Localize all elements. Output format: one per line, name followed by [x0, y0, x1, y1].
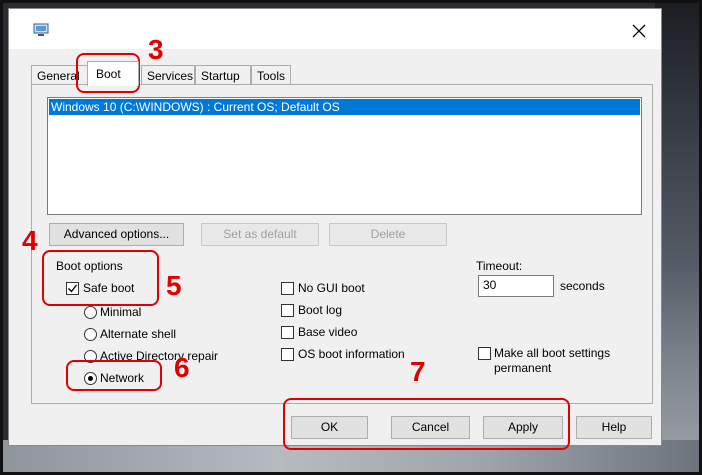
- no-gui-boot-checkbox[interactable]: [281, 282, 294, 295]
- ok-button[interactable]: OK: [291, 416, 368, 439]
- network-label: Network: [100, 371, 145, 385]
- title-bar: [9, 9, 661, 49]
- delete-button[interactable]: Delete: [329, 223, 447, 246]
- os-boot-information-checkbox[interactable]: [281, 348, 294, 361]
- boot-tab-panel: Windows 10 (C:\WINDOWS) : Current OS; De…: [31, 84, 653, 404]
- timeout-unit-label: seconds: [560, 279, 605, 293]
- boot-log-checkbox[interactable]: [281, 304, 294, 317]
- apply-button[interactable]: Apply: [483, 416, 563, 439]
- active-directory-repair-label: Active Directory repair: [100, 349, 219, 363]
- timeout-label: Timeout:: [476, 259, 523, 273]
- tab-tools[interactable]: Tools: [251, 65, 291, 85]
- os-boot-information-label: OS boot information: [298, 347, 405, 361]
- make-permanent-label-line2: permanent: [494, 361, 552, 375]
- advanced-options-button[interactable]: Advanced options...: [49, 223, 184, 246]
- timeout-input[interactable]: 30: [478, 275, 554, 297]
- help-button[interactable]: Help: [576, 416, 652, 439]
- os-list-item[interactable]: Windows 10 (C:\WINDOWS) : Current OS; De…: [49, 99, 640, 115]
- tab-general[interactable]: General: [31, 65, 89, 85]
- tab-startup[interactable]: Startup: [195, 65, 251, 85]
- system-config-icon: [33, 23, 49, 36]
- boot-options-group-label: Boot options: [56, 259, 123, 273]
- make-permanent-checkbox[interactable]: [478, 347, 491, 360]
- minimal-label: Minimal: [100, 305, 142, 319]
- safe-boot-label: Safe boot: [83, 281, 135, 295]
- tab-services[interactable]: Services: [141, 65, 195, 85]
- minimal-radio[interactable]: [84, 306, 97, 319]
- alternate-shell-radio[interactable]: [84, 328, 97, 341]
- annotation-number-3: 3: [148, 34, 164, 65]
- annotation-number-7: 7: [410, 356, 426, 387]
- tab-boot[interactable]: Boot: [87, 61, 139, 86]
- annotation-number-5: 5: [166, 270, 182, 301]
- set-as-default-button[interactable]: Set as default: [201, 223, 319, 246]
- base-video-checkbox[interactable]: [281, 326, 294, 339]
- checkmark-icon: [68, 284, 78, 293]
- safe-boot-checkbox[interactable]: [66, 282, 79, 295]
- close-icon[interactable]: [629, 21, 649, 41]
- no-gui-boot-label: No GUI boot: [298, 281, 365, 295]
- network-radio[interactable]: [84, 372, 97, 385]
- cancel-button[interactable]: Cancel: [391, 416, 470, 439]
- os-list[interactable]: Windows 10 (C:\WINDOWS) : Current OS; De…: [47, 97, 642, 215]
- system-configuration-dialog: General Services Startup Tools Boot Wind…: [8, 8, 662, 446]
- desktop-background: [655, 0, 702, 475]
- base-video-label: Base video: [298, 325, 358, 339]
- active-directory-repair-radio[interactable]: [84, 350, 97, 363]
- annotation-number-6: 6: [174, 352, 190, 383]
- annotation-number-4: 4: [22, 225, 38, 256]
- make-permanent-label-line1: Make all boot settings: [494, 346, 611, 360]
- alternate-shell-label: Alternate shell: [100, 327, 177, 341]
- boot-log-label: Boot log: [298, 303, 343, 317]
